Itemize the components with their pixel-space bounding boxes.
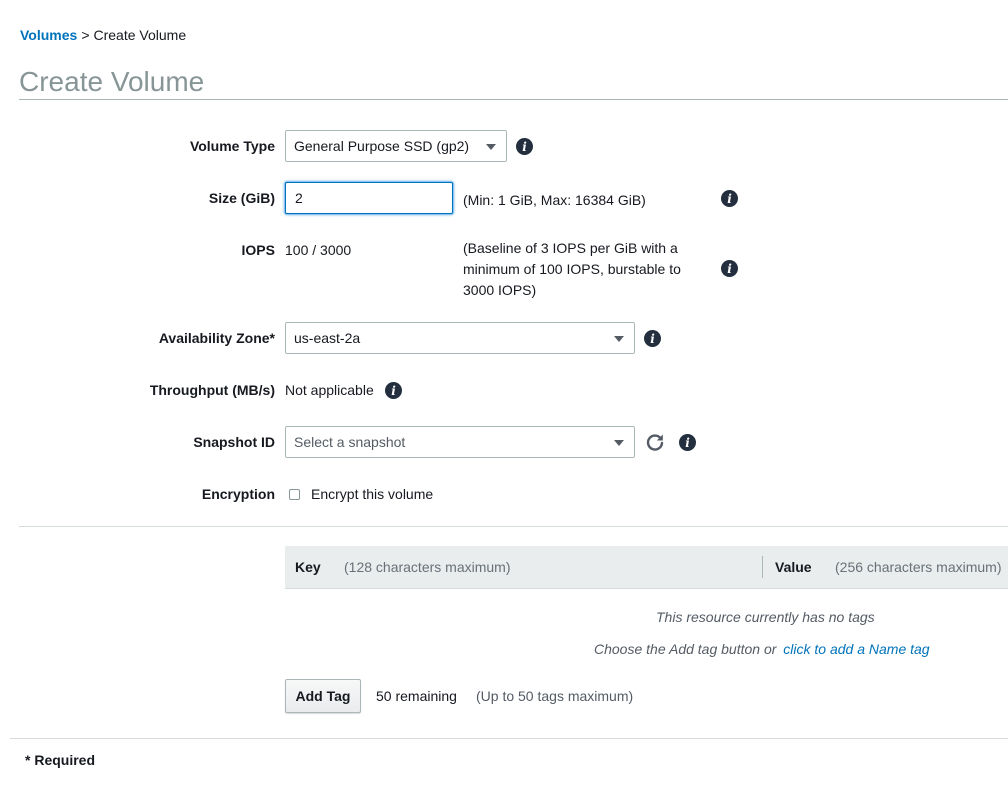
- iops-hint-line-2: minimum of 100 IOPS, burstable to: [463, 261, 681, 277]
- page-title: Create Volume: [19, 66, 205, 97]
- encryption-label: Encryption: [201, 486, 275, 502]
- info-icon[interactable]: i: [644, 330, 661, 347]
- add-name-tag-link[interactable]: click to add a Name tag: [783, 641, 929, 657]
- throughput-label: Throughput (MB/s): [149, 382, 275, 398]
- tag-value-hint: (256 characters maximum): [835, 559, 1002, 575]
- tag-value-header: Value: [775, 559, 812, 575]
- info-icon[interactable]: i: [721, 260, 738, 277]
- encrypt-volume-checkbox[interactable]: [289, 489, 300, 500]
- add-tag-hint-text: Choose the Add tag button or: [594, 641, 777, 657]
- footer-divider: [10, 738, 1008, 739]
- required-note: * Required: [25, 752, 96, 768]
- size-label: Size (GiB): [208, 190, 275, 206]
- volume-type-label: Volume Type: [189, 138, 275, 154]
- title-divider: [19, 99, 1008, 100]
- create-volume-page: Volumes > Create Volume Create Volume Volu…: [0, 0, 1008, 787]
- refresh-icon[interactable]: [645, 432, 665, 452]
- breadcrumb-separator: >: [81, 27, 90, 43]
- info-icon[interactable]: i: [385, 382, 402, 399]
- throughput-value: Not applicable: [285, 382, 374, 398]
- size-input[interactable]: [285, 182, 453, 214]
- tags-remaining: 50 remaining: [376, 688, 457, 704]
- iops-hint-line-3: 3000 IOPS): [463, 282, 537, 298]
- breadcrumb: Volumes > Create Volume: [20, 27, 186, 43]
- availability-zone-select[interactable]: us-east-2a: [285, 322, 635, 354]
- tag-key-header: Key: [295, 559, 321, 575]
- availability-zone-label: Availability Zone*: [158, 330, 275, 346]
- add-tag-button[interactable]: Add Tag: [285, 679, 361, 713]
- encrypt-volume-label[interactable]: Encrypt this volume: [311, 486, 433, 502]
- no-tags-message: This resource currently has no tags: [656, 609, 875, 625]
- info-icon[interactable]: i: [516, 138, 533, 155]
- add-tag-hint: Choose the Add tag button or click to ad…: [594, 641, 930, 657]
- tag-key-hint: (128 characters maximum): [344, 559, 511, 575]
- caret-down-icon: [486, 144, 496, 150]
- volume-type-select[interactable]: General Purpose SSD (gp2): [285, 130, 507, 162]
- iops-value: 100 / 3000: [285, 242, 352, 258]
- breadcrumb-current: Create Volume: [93, 27, 187, 43]
- tags-limit-hint: (Up to 50 tags maximum): [476, 688, 634, 704]
- iops-hint: (Baseline of 3 IOPS per GiB with a minim…: [463, 238, 681, 301]
- section-divider: [19, 526, 1008, 527]
- volume-type-value: General Purpose SSD (gp2): [294, 138, 470, 154]
- info-icon[interactable]: i: [679, 434, 696, 451]
- snapshot-id-label: Snapshot ID: [193, 434, 275, 450]
- iops-label: IOPS: [241, 242, 275, 258]
- tags-header-divider: [762, 556, 763, 578]
- size-hint: (Min: 1 GiB, Max: 16384 GiB): [463, 192, 646, 208]
- breadcrumb-volumes-link[interactable]: Volumes: [20, 27, 77, 43]
- availability-zone-value: us-east-2a: [294, 330, 361, 346]
- snapshot-placeholder: Select a snapshot: [294, 434, 406, 450]
- iops-hint-line-1: (Baseline of 3 IOPS per GiB with a: [463, 240, 678, 256]
- info-icon[interactable]: i: [721, 190, 738, 207]
- snapshot-select[interactable]: Select a snapshot: [285, 426, 635, 458]
- tags-table-header: Key (128 characters maximum) Value (256 …: [285, 546, 1008, 589]
- caret-down-icon: [614, 336, 624, 342]
- caret-down-icon: [614, 440, 624, 446]
